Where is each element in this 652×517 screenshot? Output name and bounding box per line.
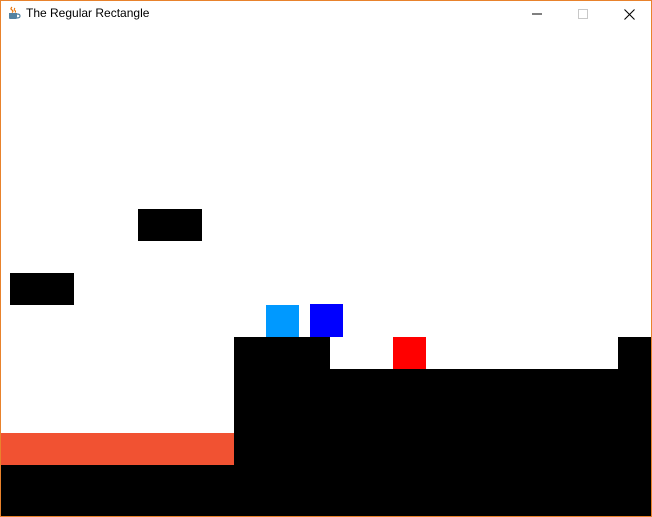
- window-title: The Regular Rectangle: [26, 6, 150, 20]
- maximize-icon: [578, 9, 588, 19]
- floating-platform-upper: [138, 209, 202, 241]
- minimize-button[interactable]: [514, 1, 560, 27]
- minimize-icon: [532, 13, 542, 15]
- game-window: The Regular Rectangle: [0, 0, 652, 517]
- ground-left: [1, 465, 234, 516]
- player-light-blue-square: [266, 305, 299, 337]
- close-button[interactable]: [606, 1, 651, 27]
- floating-platform-left: [10, 273, 74, 305]
- ground-right: [234, 369, 651, 516]
- right-pillar: [618, 337, 651, 516]
- game-canvas[interactable]: [1, 27, 651, 516]
- maximize-button[interactable]: [560, 1, 606, 27]
- close-icon: [624, 9, 635, 20]
- lava-pool: [1, 433, 234, 465]
- title-bar[interactable]: The Regular Rectangle: [1, 1, 651, 27]
- red-square: [393, 337, 426, 369]
- java-coffee-cup-icon[interactable]: [7, 6, 21, 20]
- player-blue-square: [310, 304, 343, 337]
